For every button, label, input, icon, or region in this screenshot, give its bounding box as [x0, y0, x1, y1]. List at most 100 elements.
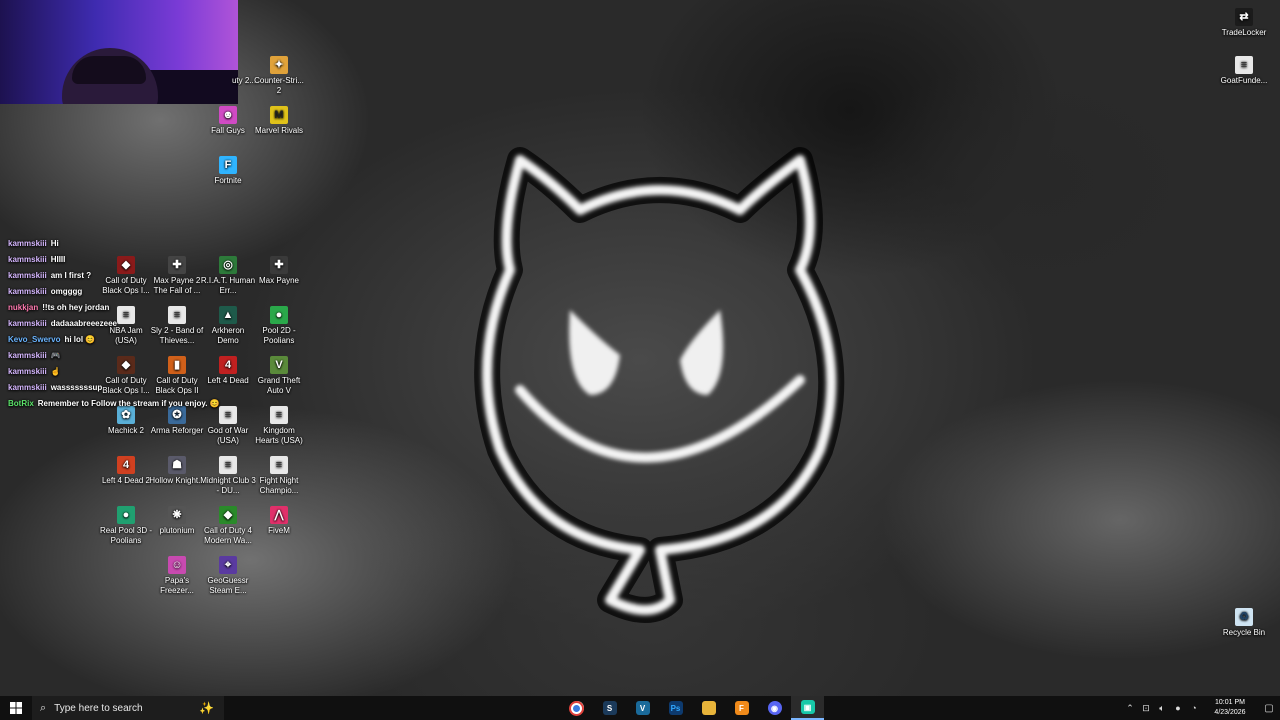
desktop-icon-counterstrike[interactable]: ✦ Counter-Stri... 2 [251, 56, 307, 96]
chat-username: kammskiii [8, 319, 47, 328]
chat-text: !!ts oh hey jordan [42, 303, 110, 312]
taskbar-app-chrome[interactable] [560, 696, 593, 720]
plutonium-icon: ❋ [168, 506, 186, 524]
taskbar-app-photoshop[interactable]: Ps [659, 696, 692, 720]
chat-message: kammskiii 🎮 [8, 348, 308, 364]
chat-text: 🎮 [50, 351, 61, 360]
desktop-icon-fortnite[interactable]: F Fortnite [200, 156, 256, 186]
network-icon[interactable]: ⊡ [1138, 703, 1154, 714]
desktop-icon-fallguys[interactable]: ☻ Fall Guys [200, 106, 256, 136]
chat-username: kammskiii [8, 287, 47, 296]
desktop-icon-geoguessr[interactable]: ⌖ GeoGuessr Steam E... [200, 556, 256, 596]
chat-username: kammskiii [8, 367, 47, 376]
chevron-up-icon[interactable]: ⌃ [1122, 703, 1138, 714]
chat-message: nukkjan !!ts oh hey jordan [8, 300, 308, 316]
chat-username: kammskiii [8, 255, 47, 264]
taskbar-app-file-explorer[interactable] [692, 696, 725, 720]
windows-icon [10, 702, 22, 714]
devil-smiley-icon [474, 147, 845, 623]
desktop-icon-gow[interactable]: ≡ God of War (USA) [200, 406, 256, 446]
document-icon: ≡ [1235, 56, 1253, 74]
chat-username: kammskiii [8, 383, 47, 392]
wifi-icon[interactable]: ◔ [1186, 703, 1202, 713]
search-icon: ⌕ [40, 701, 47, 714]
document-icon: ≡ [270, 456, 288, 474]
taskbar-app-discord[interactable]: ◉ [758, 696, 791, 720]
microphone-icon[interactable]: ● [1170, 703, 1186, 713]
desktop-icon-recycle-bin[interactable]: ♻ Recycle Bin [1216, 608, 1272, 638]
start-button[interactable] [0, 696, 32, 720]
volume-icon[interactable]: 🔈︎ [1154, 703, 1170, 714]
desktop-icon-kh[interactable]: ≡ Kingdom Hearts (USA) [251, 406, 307, 446]
taskbar-app-active[interactable]: ▣ [791, 696, 824, 720]
chat-message: kammskiii Hi [8, 236, 308, 252]
game-icon: ☺ [168, 556, 186, 574]
desktop-icon-papas[interactable]: ☺ Papa's Freezer... [149, 556, 205, 596]
cod-icon: ◆ [219, 506, 237, 524]
steam-icon: S [602, 701, 617, 715]
desktop-icon-fightnight[interactable]: ≡ Fight Night Champio... [251, 456, 307, 496]
desktop-icon-midnightclub[interactable]: ≡ Midnight Club 3 - DU... [200, 456, 256, 496]
fivem-icon: ⋀ [270, 506, 288, 524]
clock-date: 4/23/2026 [1214, 709, 1246, 716]
chat-username: kammskiii [8, 239, 47, 248]
chat-text: hi lol 😊 [64, 335, 96, 344]
folder-icon [701, 701, 716, 715]
taskbar-pinned-apps: S V Ps F ◉ ▣ [560, 696, 824, 720]
chat-message: kammskiii HIIII [8, 252, 308, 268]
counter-strike-icon: ✦ [270, 56, 288, 74]
chat-username: kammskiii [8, 271, 47, 280]
fl-studio-icon: F [734, 701, 749, 715]
desktop-icon-realpool[interactable]: ● Real Pool 3D - Poolians [98, 506, 154, 546]
chat-username: BotRix [8, 399, 34, 408]
webcam-overlay [0, 0, 238, 104]
desktop-icon-l4d2[interactable]: 4 Left 4 Dead 2 [98, 456, 154, 486]
desktop-icon-partial[interactable]: uty 2... [200, 56, 256, 86]
geoguessr-icon: ⌖ [219, 556, 237, 574]
chat-text: am I first ? [50, 271, 92, 280]
game-icon [219, 56, 237, 74]
chat-text: ☝ [50, 367, 61, 376]
chat-text: Remember to Follow the stream if you enj… [37, 399, 220, 408]
chat-text: Hi [50, 239, 59, 248]
chat-message: kammskiii dadaaabreeezeee [8, 316, 308, 332]
game-icon: ☗ [168, 456, 186, 474]
chat-username: nukkjan [8, 303, 39, 312]
taskbar-app-vegas[interactable]: V [626, 696, 659, 720]
desktop-icon-plutonium[interactable]: ❋ plutonium [149, 506, 205, 536]
taskbar-app-fl-studio[interactable]: F [725, 696, 758, 720]
desktop-icon-tradelocker[interactable]: ⇄ TradeLocker [1216, 8, 1272, 38]
notification-icon[interactable]: ▢ [1258, 703, 1280, 714]
chat-message: BotRix Remember to Follow the stream if y… [8, 396, 308, 412]
desktop-icon-goatfunded[interactable]: ≡ GoatFunde... [1216, 56, 1272, 86]
discord-icon: ◉ [767, 701, 782, 715]
desktop-icon-hollowknight[interactable]: ☗ Hollow Knight... [149, 456, 205, 486]
system-tray: ⌃ ⊡ 🔈︎ ● ◔ 10:01 PM 4/23/2026 ▢ [1122, 696, 1280, 720]
app-icon: ▣ [800, 700, 815, 714]
recycle-bin-icon: ♻ [1235, 608, 1253, 626]
stream-chat-overlay: kammskiii Hi kammskiii HIIII kammskiii am I… [8, 236, 308, 412]
taskbar: ⌕ Type here to search ✨ S V Ps F ◉ ▣ ⌃ ⊡ [0, 696, 1280, 720]
marvel-rivals-icon: M [270, 106, 288, 124]
clock-time: 10:01 PM [1215, 699, 1245, 706]
desktop-icon-fivem[interactable]: ⋀ FiveM [251, 506, 307, 536]
taskbar-search-box[interactable]: ⌕ Type here to search ✨ [32, 696, 224, 720]
photoshop-icon: Ps [668, 701, 683, 715]
desktop-icon-marvelrivals[interactable]: M Marvel Rivals [251, 106, 307, 136]
taskbar-app-steam[interactable]: S [593, 696, 626, 720]
tradelocker-icon: ⇄ [1235, 8, 1253, 26]
chat-text: wasssssssup [50, 383, 103, 392]
vegas-icon: V [635, 701, 650, 715]
clock[interactable]: 10:01 PM 4/23/2026 [1206, 698, 1254, 718]
chat-text: HIIII [50, 255, 66, 264]
chat-message: kammskiii am I first ? [8, 268, 308, 284]
chat-text: dadaaabreeezeee [50, 319, 117, 328]
fortnite-icon: F [219, 156, 237, 174]
chrome-icon [569, 701, 584, 715]
chat-message: kammskiii wasssssssup [8, 380, 308, 396]
pool-icon: ● [117, 506, 135, 524]
chat-username: Kevo_Swervo [8, 335, 61, 344]
desktop-icon-cod4[interactable]: ◆ Call of Duty 4 Modern Wa... [200, 506, 256, 546]
chat-message: kammskiii ☝ [8, 364, 308, 380]
sparkle-icon: ✨ [199, 701, 214, 715]
